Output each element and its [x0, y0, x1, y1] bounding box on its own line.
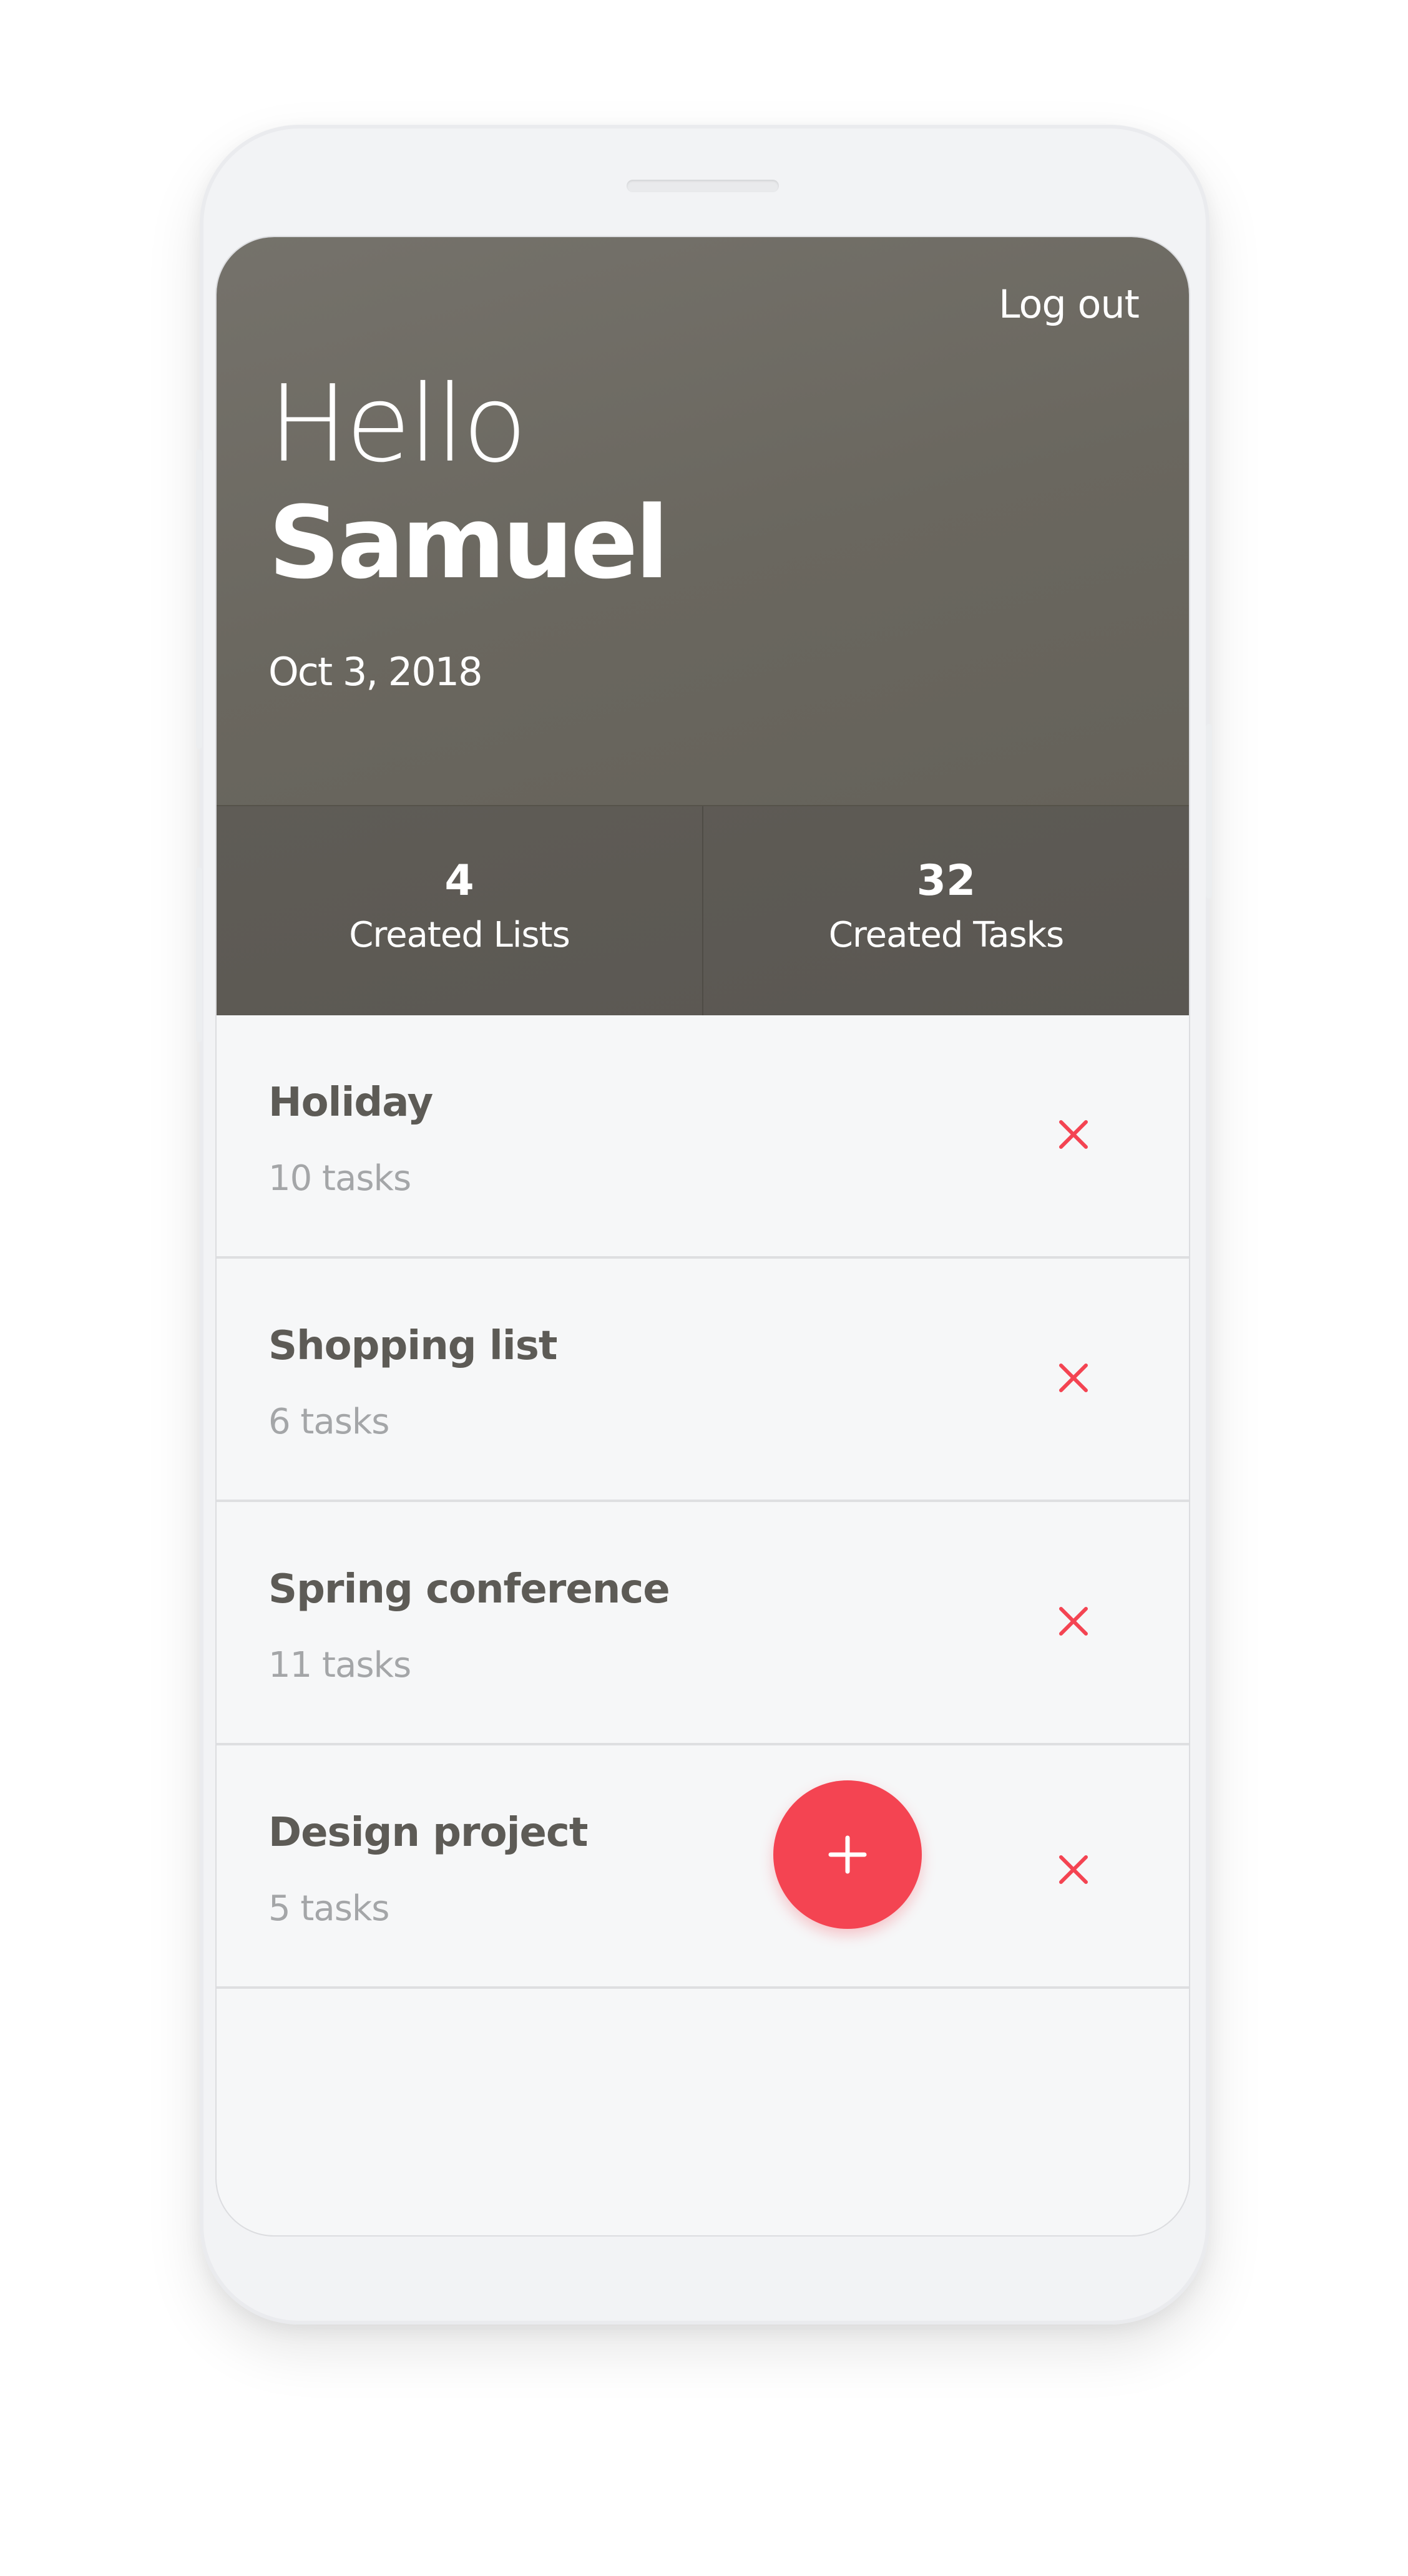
task-lists: Holiday 10 tasks Shopping list 6 tasks S…: [217, 1015, 1189, 1989]
stat-value: 32: [916, 856, 976, 905]
greeting-text: Hello: [268, 363, 527, 486]
side-button-left: [196, 449, 202, 749]
delete-list-button[interactable]: [1042, 1103, 1105, 1166]
side-button-left-lower: [196, 867, 202, 1042]
current-date: Oct 3, 2018: [268, 649, 483, 695]
stat-label: Created Lists: [349, 915, 570, 955]
close-icon: [1059, 1855, 1088, 1884]
profile-header: Log out Hello Samuel Oct 3, 2018: [217, 237, 1189, 805]
logout-button[interactable]: Log out: [999, 273, 1140, 336]
list-item[interactable]: Holiday 10 tasks: [217, 1015, 1189, 1259]
close-icon: [1059, 1120, 1088, 1149]
side-button-right: [1206, 724, 1212, 899]
delete-list-button[interactable]: [1042, 1838, 1105, 1901]
list-task-count: 6 tasks: [268, 1402, 389, 1442]
list-item[interactable]: Spring conference 11 tasks: [217, 1502, 1189, 1745]
plus-icon: [828, 1835, 867, 1874]
list-task-count: 10 tasks: [268, 1158, 411, 1199]
list-title: Shopping list: [268, 1323, 557, 1369]
close-icon: [1059, 1364, 1088, 1392]
user-name: Samuel: [268, 484, 669, 601]
stat-label: Created Tasks: [828, 915, 1064, 955]
delete-list-button[interactable]: [1042, 1590, 1105, 1652]
add-list-button[interactable]: [773, 1780, 922, 1929]
stat-value: 4: [444, 856, 474, 905]
list-title: Holiday: [268, 1080, 433, 1126]
app-screen: Log out Hello Samuel Oct 3, 2018 4 Creat…: [217, 237, 1189, 2235]
delete-list-button[interactable]: [1042, 1347, 1105, 1409]
list-item[interactable]: Shopping list 6 tasks: [217, 1259, 1189, 1502]
stats-bar: 4 Created Lists 32 Created Tasks: [217, 805, 1189, 1017]
list-item[interactable]: Design project 5 tasks: [217, 1745, 1189, 1989]
stat-created-lists: 4 Created Lists: [217, 806, 702, 1017]
list-task-count: 11 tasks: [268, 1645, 411, 1686]
list-title: Design project: [268, 1810, 588, 1856]
list-task-count: 5 tasks: [268, 1888, 389, 1929]
list-title: Spring conference: [268, 1566, 670, 1612]
stat-created-tasks: 32 Created Tasks: [702, 806, 1189, 1017]
close-icon: [1059, 1607, 1088, 1636]
speaker-grille: [627, 180, 779, 192]
